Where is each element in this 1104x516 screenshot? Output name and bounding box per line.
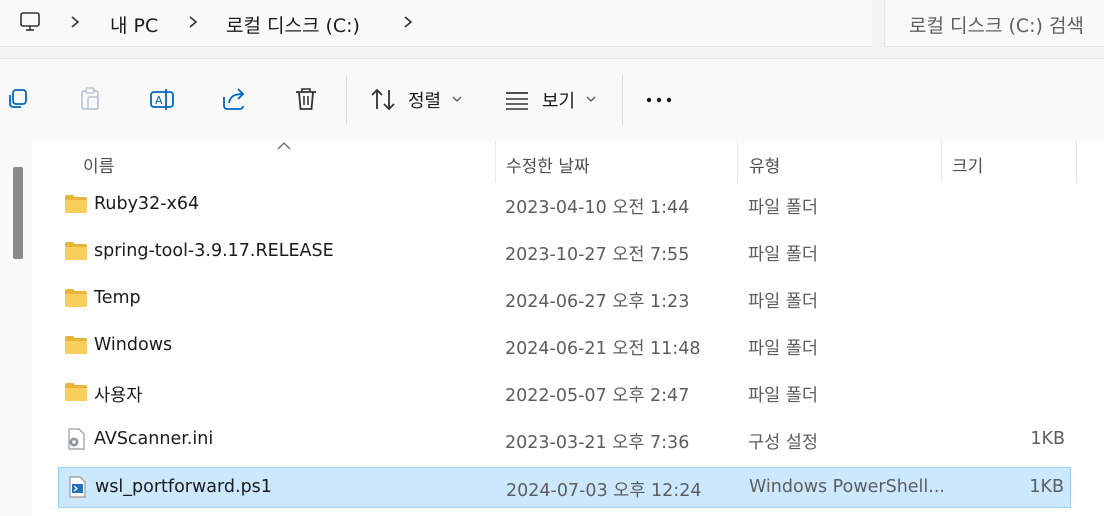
- vertical-scrollbar[interactable]: [0, 141, 32, 516]
- file-row[interactable]: spring-tool-3.9.17.RELEASE 2023-10-27 오전 …: [58, 232, 1071, 273]
- breadcrumb-local-disk[interactable]: 로컬 디스크 (C:): [226, 11, 360, 38]
- toolbar-divider: [622, 75, 623, 125]
- settings-file-icon: [64, 428, 88, 450]
- view-button[interactable]: 보기: [500, 59, 610, 141]
- folder-icon: [64, 193, 88, 215]
- chevron-down-icon: [452, 96, 462, 102]
- file-modified-date: 2022-05-07 오후 2:47: [505, 386, 690, 406]
- file-type: 파일 폴더: [748, 198, 818, 218]
- file-modified-date: 2024-07-03 오후 12:24: [506, 481, 702, 501]
- rename-icon[interactable]: A: [148, 85, 176, 113]
- file-name: AVScanner.ini: [94, 429, 214, 449]
- this-pc-icon[interactable]: [18, 10, 42, 34]
- file-row[interactable]: wsl_portforward.ps1 2024-07-03 오후 12:24 Wi…: [58, 467, 1071, 508]
- file-modified-date: 2024-06-27 오후 1:23: [505, 292, 690, 312]
- folder-icon: [64, 240, 88, 262]
- sort-label: 정렬: [408, 91, 442, 112]
- file-row[interactable]: Temp 2024-06-27 오후 1:23 파일 폴더: [58, 279, 1071, 320]
- more-options-icon[interactable]: [645, 85, 673, 113]
- file-modified-date: 2023-10-27 오전 7:55: [505, 245, 690, 265]
- chevron-right-icon[interactable]: [186, 12, 200, 32]
- column-header-date[interactable]: 수정한 날짜: [506, 152, 590, 177]
- chevron-right-icon[interactable]: [401, 12, 415, 32]
- file-modified-date: 2024-06-21 오전 11:48: [505, 339, 701, 359]
- file-modified-date: 2023-04-10 오전 1:44: [505, 198, 690, 218]
- column-divider[interactable]: [1076, 141, 1077, 182]
- folder-icon: [64, 334, 88, 356]
- column-divider[interactable]: [737, 141, 738, 182]
- address-bar[interactable]: 내 PC 로컬 디스크 (C:): [0, 0, 872, 47]
- file-row[interactable]: 사용자 2022-05-07 오후 2:47 파일 폴더: [58, 373, 1071, 414]
- file-row[interactable]: AVScanner.ini 2023-03-21 오후 7:36 구성 설정 1KB: [58, 420, 1071, 461]
- file-type: 파일 폴더: [748, 245, 818, 265]
- file-modified-date: 2023-03-21 오후 7:36: [505, 433, 690, 453]
- file-type: 파일 폴더: [748, 292, 818, 312]
- file-type: Windows PowerShell...: [749, 477, 945, 497]
- search-box[interactable]: 로컬 디스크 (C:) 검색: [884, 0, 1104, 47]
- copy-icon[interactable]: [5, 85, 33, 113]
- file-row[interactable]: Windows 2024-06-21 오전 11:48 파일 폴더: [58, 326, 1071, 367]
- column-header-size[interactable]: 크기: [952, 152, 983, 177]
- scrollbar-thumb[interactable]: [13, 167, 23, 259]
- file-name: 사용자: [94, 386, 143, 406]
- folder-icon: [64, 381, 88, 403]
- file-type: 파일 폴더: [748, 339, 818, 359]
- svg-text:A: A: [155, 94, 163, 107]
- file-name: Temp: [94, 288, 141, 308]
- search-placeholder: 로컬 디스크 (C:) 검색: [909, 15, 1084, 37]
- view-lines-icon: [506, 92, 528, 110]
- file-list-pane: 이름 수정한 날짜 유형 크기 Ruby32-x64 2023-04-10 오전 …: [0, 141, 1104, 516]
- sort-icon: [371, 88, 395, 111]
- chevron-down-icon: [586, 96, 596, 102]
- file-type: 구성 설정: [748, 433, 818, 453]
- column-header-type[interactable]: 유형: [749, 152, 780, 177]
- sort-ascending-icon: [277, 142, 291, 150]
- file-name: wsl_portforward.ps1: [95, 477, 272, 497]
- breadcrumb-this-pc[interactable]: 내 PC: [110, 11, 158, 38]
- file-type: 파일 폴더: [748, 386, 818, 406]
- sort-button[interactable]: 정렬: [364, 59, 474, 141]
- file-name: Windows: [94, 335, 173, 355]
- share-icon[interactable]: [220, 85, 248, 113]
- command-bar: A 정렬 보기: [0, 58, 1104, 142]
- column-divider[interactable]: [941, 141, 942, 182]
- toolbar-divider: [346, 75, 347, 125]
- folder-icon: [64, 287, 88, 309]
- column-divider[interactable]: [495, 141, 496, 182]
- file-name: spring-tool-3.9.17.RELEASE: [94, 241, 334, 261]
- file-row[interactable]: Ruby32-x64 2023-04-10 오전 1:44 파일 폴더: [58, 185, 1071, 226]
- paste-icon[interactable]: [76, 85, 104, 113]
- delete-icon[interactable]: [292, 85, 320, 113]
- file-size: 1KB: [1030, 429, 1065, 449]
- powershell-file-icon: [65, 476, 89, 498]
- file-size: 1KB: [1029, 477, 1064, 497]
- view-label: 보기: [542, 91, 576, 112]
- file-name: Ruby32-x64: [94, 194, 200, 214]
- column-header-name[interactable]: 이름: [83, 152, 114, 177]
- chevron-right-icon[interactable]: [68, 12, 82, 32]
